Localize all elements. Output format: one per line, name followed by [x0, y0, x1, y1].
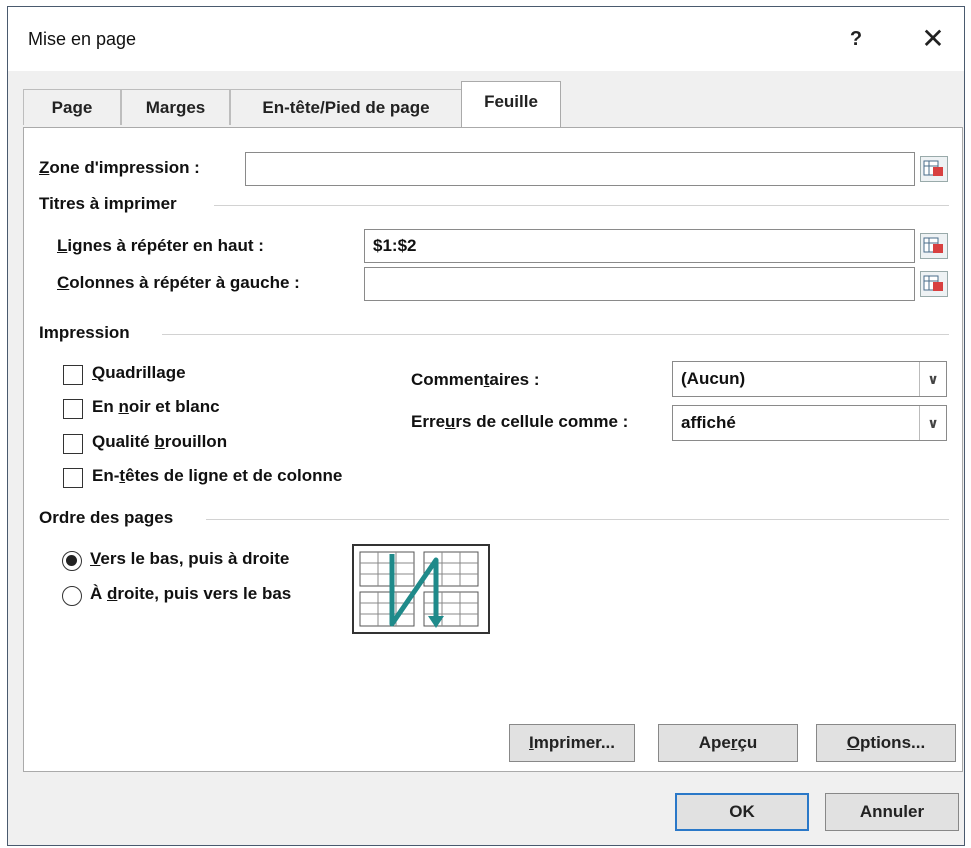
sheet-tab-panel: Zone d'impression : Titres à imprimer Li…: [23, 127, 963, 772]
comments-label: Commentaires :: [411, 370, 540, 389]
rows-to-repeat-input[interactable]: $1:$2: [364, 229, 915, 263]
down-then-over-radio[interactable]: [62, 551, 82, 571]
rows-to-repeat-label: Lignes à répéter en haut :: [57, 236, 264, 255]
tab-header-footer[interactable]: En-tête/Pied de page: [230, 89, 462, 125]
close-button[interactable]: ✕: [913, 21, 953, 57]
tab-bar: Page Marges En-tête/Pied de page Feuille: [8, 71, 964, 127]
columns-to-repeat-input[interactable]: [364, 267, 915, 301]
options-button[interactable]: Options...: [816, 724, 956, 762]
row-column-headings-label[interactable]: En-têtes de ligne et de colonne: [92, 466, 342, 486]
black-and-white-label[interactable]: En noir et blanc: [92, 397, 220, 417]
over-then-down-label[interactable]: À droite, puis vers le bas: [90, 584, 291, 604]
draft-quality-label[interactable]: Qualité brouillon: [92, 432, 227, 452]
print-titles-heading: Titres à imprimer: [39, 194, 177, 213]
cell-errors-label: Erreurs de cellule comme :: [411, 412, 629, 431]
over-then-down-radio[interactable]: [62, 586, 82, 606]
cancel-button[interactable]: Annuler: [825, 793, 959, 831]
black-and-white-checkbox[interactable]: [63, 399, 83, 419]
print-area-input[interactable]: [245, 152, 915, 186]
print-button[interactable]: Imprimer...: [509, 724, 635, 762]
row-column-headings-checkbox[interactable]: [63, 468, 83, 488]
ok-button[interactable]: OK: [675, 793, 809, 831]
cell-errors-select[interactable]: affiché ∨: [672, 405, 947, 441]
tab-page[interactable]: Page: [23, 89, 121, 125]
title-bar: Mise en page ? ✕: [8, 7, 964, 71]
page-order-divider: [206, 519, 949, 520]
page-order-heading: Ordre des pages: [39, 508, 174, 527]
draft-quality-checkbox[interactable]: [63, 434, 83, 454]
columns-to-repeat-label: Colonnes à répéter à gauche :: [57, 273, 300, 292]
gridlines-label[interactable]: Quadrillage: [92, 363, 186, 383]
print-area-collapse-icon[interactable]: [920, 156, 948, 182]
down-then-over-label[interactable]: Vers le bas, puis à droite: [90, 549, 289, 569]
rows-collapse-icon[interactable]: [920, 233, 948, 259]
print-area-label: Zone d'impression :: [39, 158, 200, 177]
print-preview-button[interactable]: Aperçu: [658, 724, 798, 762]
chevron-down-icon[interactable]: ∨: [919, 362, 946, 396]
dialog-title: Mise en page: [28, 29, 137, 49]
columns-collapse-icon[interactable]: [920, 271, 948, 297]
page-order-preview-icon: [352, 544, 490, 634]
printing-divider: [162, 334, 949, 335]
tab-sheet[interactable]: Feuille: [461, 81, 561, 127]
help-button[interactable]: ?: [838, 21, 874, 57]
printing-heading: Impression: [39, 323, 130, 342]
tab-margins[interactable]: Marges: [121, 89, 230, 125]
gridlines-checkbox[interactable]: [63, 365, 83, 385]
page-setup-dialog: Mise en page ? ✕ Page Marges En-tête/Pie…: [7, 6, 965, 846]
print-titles-divider: [214, 205, 949, 206]
comments-select[interactable]: (Aucun) ∨: [672, 361, 947, 397]
chevron-down-icon[interactable]: ∨: [919, 406, 946, 440]
